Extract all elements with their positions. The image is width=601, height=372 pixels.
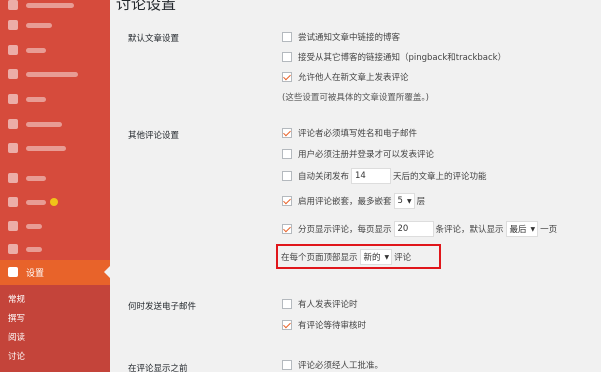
- sidebar-item[interactable]: [0, 239, 110, 261]
- sidebar-item[interactable]: [0, 138, 110, 160]
- submenu-item-reading[interactable]: 阅读: [8, 331, 25, 343]
- option-allow-pingbacks[interactable]: 接受从其它博客的链接通知（pingback和trackback）: [282, 50, 506, 64]
- sidebar-item-label-blurred: [26, 247, 42, 252]
- posts-icon: [8, 20, 18, 30]
- checkbox[interactable]: [282, 72, 292, 82]
- dropdown-caret-icon: ▼: [530, 225, 536, 233]
- checkbox[interactable]: [282, 32, 292, 42]
- option-paginate-comments[interactable]: 分页显示评论，每页显示 20 条评论，默认显示 最后 ▼ 一页: [282, 221, 558, 237]
- settings-note: (这些设置可被具体的文章设置所覆盖。): [282, 93, 429, 103]
- option-email-on-moderation[interactable]: 有评论等待审核时: [282, 318, 366, 332]
- sidebar-item[interactable]: [0, 40, 110, 62]
- option-label: 有人发表评论时: [298, 300, 358, 310]
- thread-depth-select[interactable]: 5 ▼: [393, 193, 415, 209]
- option-email-on-comment[interactable]: 有人发表评论时: [282, 297, 358, 311]
- option-label: 条评论，默认显示: [435, 225, 504, 235]
- submenu-item-general[interactable]: 常规: [8, 293, 25, 305]
- sidebar-item[interactable]: [0, 15, 110, 37]
- option-allow-comments[interactable]: 允许他人在新文章上发表评论: [282, 70, 409, 84]
- sidebar-item-label-blurred: [26, 48, 46, 53]
- pages-icon: [8, 94, 18, 104]
- default-page-select[interactable]: 最后 ▼: [505, 221, 539, 237]
- option-label: 天后的文章上的评论功能: [393, 172, 487, 182]
- option-label: 有评论等待审核时: [298, 321, 367, 331]
- users-icon: [8, 221, 18, 231]
- sidebar-item[interactable]: [0, 114, 110, 136]
- close-days-input[interactable]: 14: [351, 168, 392, 184]
- option-label: 启用评论嵌套，最多嵌套: [298, 197, 392, 207]
- sidebar-item-settings[interactable]: 设置: [0, 260, 110, 285]
- checkbox[interactable]: [282, 128, 292, 138]
- appearance-icon: [8, 173, 18, 183]
- checkbox[interactable]: [282, 171, 292, 181]
- option-manual-approval[interactable]: 评论必须经人工批准。: [282, 358, 383, 372]
- sidebar-item[interactable]: [0, 89, 110, 111]
- sidebar-item-label: 设置: [26, 269, 45, 279]
- section-label-before-comment: 在评论显示之前: [128, 364, 188, 372]
- update-badge: [50, 198, 58, 206]
- sidebar-item-label-blurred: [26, 146, 66, 151]
- sidebar-item-label-blurred: [26, 23, 52, 28]
- sidebar-item-label-blurred: [26, 176, 46, 181]
- option-label: 评论者必须填写姓名和电子邮件: [298, 129, 418, 139]
- plugins-icon: [8, 197, 18, 207]
- option-auto-close[interactable]: 自动关闭发布 14 天后的文章上的评论功能: [282, 168, 487, 184]
- active-arrow-icon: [104, 266, 110, 278]
- checkbox[interactable]: [282, 52, 292, 62]
- submenu-item-writing[interactable]: 撰写: [8, 312, 25, 324]
- option-label: 尝试通知文章中链接的博客: [298, 33, 401, 43]
- sidebar-item-label-blurred: [26, 122, 62, 127]
- sidebar-item-label-blurred: [26, 224, 42, 229]
- sidebar-item-label-blurred: [26, 97, 46, 102]
- option-require-registration[interactable]: 用户必须注册并登录才可以发表评论: [282, 147, 434, 161]
- section-label-other-comment: 其他评论设置: [128, 131, 180, 141]
- option-notify-blogs[interactable]: 尝试通知文章中链接的博客: [282, 30, 400, 44]
- checkbox[interactable]: [282, 149, 292, 159]
- sidebar-item[interactable]: [0, 168, 110, 190]
- checkbox[interactable]: [282, 320, 292, 330]
- checkbox[interactable]: [282, 196, 292, 206]
- sidebar-item-label-blurred: [26, 200, 46, 205]
- option-label: 评论必须经人工批准。: [298, 361, 384, 371]
- option-label: 一页: [540, 225, 558, 235]
- highlight-box: [276, 244, 441, 269]
- option-label: 用户必须注册并登录才可以发表评论: [298, 150, 435, 160]
- section-label-default-article: 默认文章设置: [128, 34, 180, 44]
- dashboard-icon: [8, 0, 18, 10]
- dropdown-caret-icon: ▼: [406, 197, 412, 205]
- sidebar-item[interactable]: [0, 64, 110, 86]
- option-label: 分页显示评论，每页显示: [298, 225, 392, 235]
- checkbox[interactable]: [282, 224, 292, 234]
- checkbox[interactable]: [282, 299, 292, 309]
- settings-submenu: 常规 撰写 阅读 讨论: [0, 285, 110, 372]
- submenu-item-discussion[interactable]: 讨论: [8, 350, 25, 362]
- sidebar-item[interactable]: [0, 192, 110, 214]
- settings-icon: [8, 267, 18, 277]
- select-value: 最后: [509, 225, 527, 235]
- comments-per-page-input[interactable]: 20: [393, 221, 434, 237]
- tools-icon: [8, 244, 18, 254]
- feedback-icon: [8, 143, 18, 153]
- checkbox[interactable]: [282, 360, 292, 370]
- admin-sidebar: 设置 常规 撰写 阅读 讨论: [0, 0, 110, 372]
- section-label-email: 何时发送电子邮件: [128, 302, 197, 312]
- page-title: 讨论设置: [116, 0, 177, 13]
- sidebar-item[interactable]: [0, 216, 110, 238]
- select-value: 5: [397, 196, 403, 206]
- option-threaded-comments[interactable]: 启用评论嵌套，最多嵌套 5 ▼ 层: [282, 193, 426, 209]
- option-label: 层: [416, 197, 426, 207]
- option-require-name-email[interactable]: 评论者必须填写姓名和电子邮件: [282, 126, 417, 140]
- url-icon: [8, 69, 18, 79]
- option-label: 允许他人在新文章上发表评论: [298, 73, 409, 83]
- comments-icon: [8, 119, 18, 129]
- sidebar-item-label-blurred: [26, 72, 78, 77]
- sidebar-item-label-blurred: [26, 3, 74, 8]
- option-label: 接受从其它博客的链接通知（pingback和trackback）: [298, 53, 507, 63]
- option-label: 自动关闭发布: [298, 172, 350, 182]
- media-icon: [8, 45, 18, 55]
